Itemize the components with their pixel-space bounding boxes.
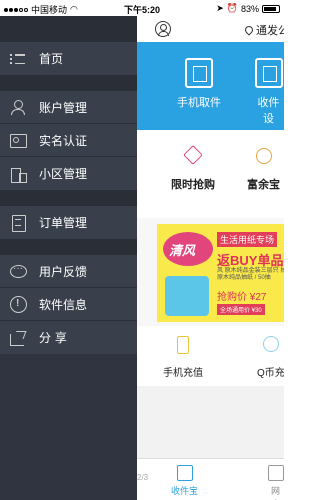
- drawer-item-label: 用户反馈: [39, 264, 88, 279]
- drawer-divider: [0, 239, 137, 255]
- status-bar: 中国移动 ◠ 下午5:20 ➤ ⏰ 83%: [0, 0, 284, 16]
- drawer-item-label: 软件信息: [39, 297, 88, 312]
- drawer-item-label: 账户管理: [39, 100, 88, 115]
- user-icon: [10, 99, 26, 115]
- flash-sale-button[interactable]: 限时抢购: [171, 145, 215, 192]
- surplus-treasure-button[interactable]: 富余宝: [247, 148, 280, 192]
- drawer-item-community[interactable]: 小区管理: [0, 157, 137, 190]
- chat-icon: [10, 263, 27, 279]
- banner-pickup-button[interactable]: 手机取件: [177, 58, 221, 110]
- drawer-item-feedback[interactable]: 用户反馈: [0, 255, 137, 288]
- ad-banner[interactable]: 清风 生活用纸专场 返BUY单品 风 原木纯品金装三层只 抽原木纯品抽纸 / 5…: [157, 224, 284, 322]
- cart-icon: [267, 465, 284, 481]
- drawer-group-account: 账户管理 实名认证 小区管理: [0, 91, 137, 190]
- drawer-item-label: 实名认证: [39, 133, 88, 148]
- banner: 手机取件 收件设: [137, 42, 284, 130]
- location-selector[interactable]: 通发公: [243, 22, 284, 38]
- drawer-item-account[interactable]: 账户管理: [0, 91, 137, 124]
- info-icon: [10, 296, 27, 313]
- ad-product-image: [165, 276, 209, 316]
- drawer-item-label: 分 享: [39, 331, 67, 345]
- drawer-item-about[interactable]: 软件信息: [0, 288, 137, 321]
- tab-receive-box[interactable]: 收件宝: [171, 465, 198, 497]
- navigation-drawer: 首页 账户管理 实名认证 小区管理 订单管理 用户反馈 软件信息: [0, 16, 137, 500]
- location-label: 通发公: [256, 25, 284, 37]
- q-coin-recharge-button[interactable]: Q币充: [257, 336, 284, 379]
- drawer-item-verification[interactable]: 实名认证: [0, 124, 137, 157]
- main-app: 通发公 手机取件 收件设 限时抢购 富余宝 清风 生活用纸专场 返BUY单品 风…: [137, 16, 284, 500]
- ad-brand: 清风: [169, 243, 196, 258]
- tab-online-store[interactable]: 网店: [267, 465, 284, 500]
- page-indicator: 2/3: [137, 473, 149, 482]
- banner-label: 收件设: [257, 97, 280, 125]
- phone-icon: [177, 336, 189, 354]
- drawer-group-home: 首页: [0, 42, 137, 75]
- drawer-divider: [0, 75, 137, 91]
- ad-title: 生活用纸专场: [217, 232, 278, 247]
- phone-pickup-icon: [185, 58, 213, 88]
- location-pin-icon: [243, 24, 255, 36]
- drawer-item-share[interactable]: 分 享: [0, 321, 137, 354]
- profile-icon[interactable]: [155, 21, 171, 37]
- status-right: ➤ ⏰ 83%: [216, 3, 280, 14]
- ad-section: 清风 生活用纸专场 返BUY单品 风 原木纯品金装三层只 抽原木纯品抽纸 / 5…: [137, 218, 284, 326]
- drawer-group-misc: 用户反馈 软件信息 分 享: [0, 255, 137, 354]
- coin-icon: [255, 148, 272, 164]
- drawer-item-orders[interactable]: 订单管理: [0, 206, 137, 239]
- ad-buy: 返BUY单品: [217, 253, 284, 268]
- tab-bar: 2/3 收件宝 网店: [137, 458, 284, 500]
- locker-icon: [254, 58, 283, 88]
- drawer-group-orders: 订单管理: [0, 206, 137, 239]
- ad-description: 风 原木纯品金装三层只 抽原木纯品抽纸 / 50抽: [217, 268, 284, 281]
- tab-label: 网店: [270, 486, 280, 500]
- list-icon: [10, 51, 26, 67]
- drawer-item-label: 订单管理: [39, 216, 88, 230]
- ad-footer: 全场通用价 ¥30: [217, 304, 265, 315]
- service-label: Q币充: [257, 368, 284, 379]
- services-row: 手机充值 Q币充: [137, 326, 284, 386]
- ad-price: 抢购价 ¥27: [217, 292, 267, 303]
- drawer-item-label: 首页: [39, 52, 64, 66]
- app-header: 通发公: [137, 16, 284, 42]
- alarm-icon: ⏰: [226, 3, 238, 13]
- building-icon: [10, 166, 27, 183]
- phone-recharge-button[interactable]: 手机充值: [163, 336, 203, 379]
- id-card-icon: [10, 132, 27, 148]
- tag-icon: [183, 145, 203, 165]
- service-label: 手机充值: [163, 368, 203, 379]
- battery-icon: [262, 4, 280, 13]
- location-arrow-icon: ➤: [216, 3, 224, 13]
- tab-label: 收件宝: [171, 486, 199, 496]
- drawer-top-spacer: [0, 16, 137, 42]
- drawer-item-home[interactable]: 首页: [0, 42, 137, 75]
- promo-row: 限时抢购 富余宝: [137, 130, 284, 218]
- battery-percent: 83%: [240, 3, 259, 14]
- document-icon: [10, 214, 26, 232]
- banner-receive-button[interactable]: 收件设: [253, 58, 284, 126]
- q-coin-icon: [262, 336, 279, 352]
- drawer-divider: [0, 190, 137, 206]
- drawer-item-label: 小区管理: [39, 167, 88, 181]
- locker-tab-icon: [176, 465, 193, 481]
- share-icon: [10, 330, 26, 346]
- promo-label: 富余宝: [247, 179, 280, 191]
- promo-label: 限时抢购: [171, 179, 215, 191]
- banner-label: 手机取件: [177, 97, 221, 109]
